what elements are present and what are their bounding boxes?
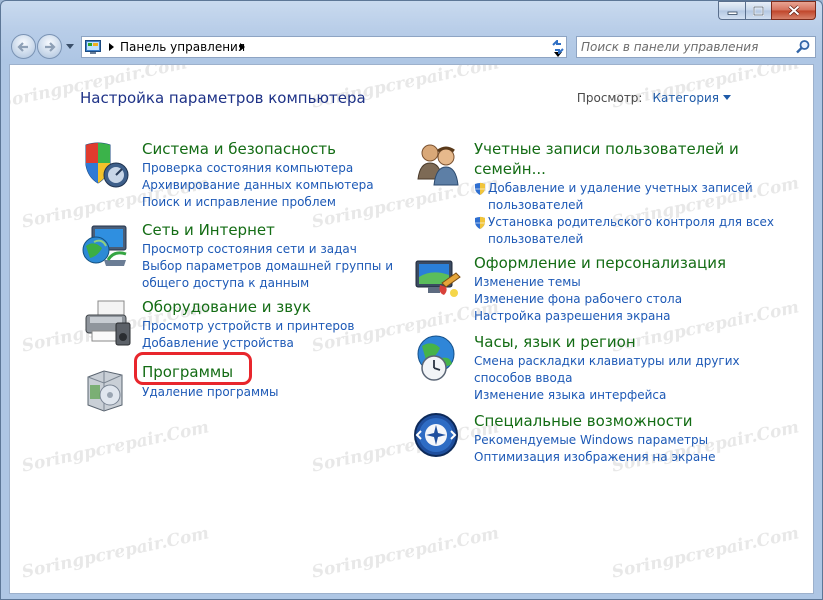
accessibility-icon [414,413,458,457]
breadcrumb-control-panel[interactable]: Панель управления [120,40,245,54]
network-globe-icon [82,225,127,266]
caption-buttons [718,1,816,20]
users-icon [417,144,459,186]
link-homegroup-options-continued[interactable]: общего доступа к данным [142,275,393,292]
link-network-status[interactable]: Просмотр состояния сети и задач [142,241,393,258]
monitor-paint-icon [415,260,461,297]
maximize-icon [753,5,764,16]
link-parental-controls-continued[interactable]: пользователей [474,231,774,248]
category-links: Просмотр устройств и принтеров Добавлени… [142,318,354,352]
view-selector[interactable]: Просмотр: Категория [577,91,731,105]
printer-hardware-icon [85,300,131,346]
category-links: Проверка состояния компьютера Архивирова… [142,160,374,211]
search-icon[interactable] [795,39,811,55]
minimize-icon [727,11,737,15]
category-links: Просмотр состояния сети и задач Выбор па… [142,241,393,292]
category-links: Смена раскладки клавиатуры или других сп… [474,353,740,404]
view-value[interactable]: Категория [652,91,719,105]
link-change-keyboard-layout[interactable]: Смена раскладки клавиатуры или других [474,353,740,370]
view-label: Просмотр: [576,91,643,105]
search-input[interactable] [581,39,786,55]
category-links: Изменение темы Изменение фона рабочего с… [474,274,682,325]
category-title[interactable]: Система и безопасность [142,139,336,159]
watermark: Soringpcrepair.Com [610,523,801,583]
watermark: Soringpcrepair.Com [310,523,501,583]
link-backup-computer[interactable]: Архивирование данных компьютера [142,177,374,194]
breadcrumb-separator-icon[interactable] [107,42,115,52]
category-title[interactable]: Часы, язык и регион [474,332,636,352]
minimize-button[interactable] [718,1,745,20]
address-bar[interactable]: Панель управления [81,36,567,58]
category-title[interactable]: Оборудование и звук [142,297,311,317]
chevron-down-icon[interactable] [723,95,731,100]
content-pane: Soringpcrepair.Com Soringpcrepair.Com So… [9,64,814,594]
link-change-keyboard-layout-continued[interactable]: способов ввода [474,370,740,387]
close-icon [787,5,800,16]
uac-shield-icon [475,182,485,195]
link-change-desktop-background[interactable]: Изменение фона рабочего стола [474,291,682,308]
maximize-button[interactable] [745,1,771,20]
link-adjust-resolution[interactable]: Настройка разрешения экрана [474,308,682,325]
navigation-bar: Панель управления [9,32,816,60]
shield-computer-icon [85,142,129,188]
link-change-theme[interactable]: Изменение темы [474,274,682,291]
category-title[interactable]: Учетные записи пользователей и [474,139,739,159]
link-add-device[interactable]: Добавление устройства [142,335,354,352]
link-check-computer-status[interactable]: Проверка состояния компьютера [142,160,374,177]
link-optimize-display[interactable]: Оптимизация изображения на экране [474,449,715,466]
close-button[interactable] [771,1,816,20]
link-label[interactable]: Установка родительского контроля для все… [488,215,774,229]
category-links: Добавление и удаление учетных записей по… [474,180,774,248]
uac-shield-icon [475,216,485,229]
programs-box-icon [87,370,123,412]
back-button[interactable] [11,34,36,59]
globe-clock-icon [417,335,455,381]
link-find-fix-problems[interactable]: Поиск и исправление проблем [142,194,374,211]
link-uninstall-program[interactable]: Удаление программы [142,384,279,401]
refresh-icon [552,40,564,54]
link-label[interactable]: Добавление и удаление учетных записей [488,181,753,195]
watermark: Soringpcrepair.Com [20,417,211,477]
control-panel-icon [85,40,101,54]
link-add-remove-accounts[interactable]: Добавление и удаление учетных записей [474,180,774,197]
link-devices-printers[interactable]: Просмотр устройств и принтеров [142,318,354,335]
programs-highlight-annotation [134,352,252,385]
category-title[interactable]: Сеть и Интернет [142,220,275,240]
page-title: Настройка параметров компьютера [80,89,366,107]
refresh-button[interactable] [547,36,569,58]
category-title[interactable]: Специальные возможности [474,411,692,431]
recent-pages-button[interactable] [64,40,76,52]
breadcrumb-separator-icon[interactable] [238,42,246,52]
link-recommended-settings[interactable]: Рекомендуемые Windows параметры [474,432,715,449]
forward-button[interactable] [37,34,62,59]
link-homegroup-options[interactable]: Выбор параметров домашней группы и [142,258,393,275]
back-arrow-icon [17,41,28,52]
search-box[interactable] [576,36,816,58]
link-add-remove-accounts-continued[interactable]: пользователей [474,197,774,214]
link-parental-controls[interactable]: Установка родительского контроля для все… [474,214,774,231]
control-panel-window: Панель управления Soringpcrepair.Com [0,0,823,600]
watermark: Soringpcrepair.Com [310,417,501,477]
link-change-display-language[interactable]: Изменение языка интерфейса [474,387,740,404]
watermark: Soringpcrepair.Com [610,64,801,113]
category-title-continued[interactable]: семейн... [474,159,546,179]
chevron-down-icon [66,43,74,49]
category-links: Удаление программы [142,384,279,401]
watermark: Soringpcrepair.Com [20,523,211,583]
category-title[interactable]: Оформление и персонализация [474,253,726,273]
category-links: Рекомендуемые Windows параметры Оптимиза… [474,432,715,466]
forward-arrow-icon [45,41,56,52]
